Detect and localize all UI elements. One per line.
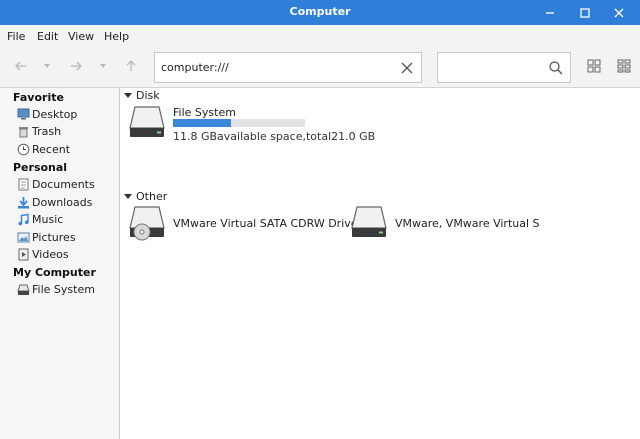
menu-bar: File Edit View Help [0, 25, 640, 47]
group-header-other[interactable]: Other [124, 190, 167, 203]
close-button[interactable] [610, 4, 628, 21]
sidebar-item-downloads[interactable]: Downloads [17, 194, 92, 210]
list-view-button[interactable] [615, 57, 633, 75]
videos-icon [17, 248, 30, 261]
drive-vmware-disk[interactable]: VMware, VMware Virtual S [350, 205, 550, 243]
desktop-icon [17, 108, 30, 121]
harddisk-icon [351, 206, 387, 237]
location-input[interactable]: computer:/// [161, 61, 229, 74]
music-icon [17, 213, 30, 226]
usage-text: 11.8 GBavailable space,total21.0 GB [173, 130, 376, 143]
forward-arrow-icon [71, 61, 82, 71]
group-header-disk[interactable]: Disk [124, 89, 160, 102]
clock-icon [17, 143, 30, 156]
documents-icon [17, 178, 30, 191]
maximize-icon [580, 7, 590, 18]
chevron-down-icon [44, 64, 50, 68]
sidebar-item-file-system[interactable]: File System [17, 281, 95, 297]
maximize-button[interactable] [576, 4, 594, 21]
sidebar-section-favorite: Favorite [13, 91, 64, 104]
close-icon [614, 8, 624, 17]
expander-icon [124, 194, 132, 199]
sidebar-item-label: Recent [32, 142, 71, 156]
drive-name: VMware, VMware Virtual S [395, 217, 540, 230]
sidebar-item-label: Trash [32, 124, 62, 138]
grid-view-icon [587, 59, 601, 73]
toolbar: computer:/// [0, 47, 640, 88]
expander-icon [124, 93, 132, 98]
minimize-button[interactable] [541, 4, 559, 21]
group-title: Disk [136, 89, 160, 102]
compact-view-icon [617, 59, 631, 73]
back-arrow-icon [15, 61, 26, 71]
sidebar-item-label: Desktop [32, 107, 78, 121]
menu-file[interactable]: File [7, 30, 25, 43]
search-input[interactable] [437, 52, 571, 83]
sidebar-item-label: Videos [32, 247, 69, 261]
harddisk-icon [129, 106, 165, 137]
main-content: Disk File System 11.8 GBavailable space,… [121, 88, 640, 439]
location-bar[interactable]: computer:/// [154, 52, 422, 83]
minimize-icon [546, 11, 554, 14]
sidebar-item-videos[interactable]: Videos [17, 246, 69, 262]
menu-help[interactable]: Help [104, 30, 129, 43]
sidebar-item-label: Downloads [32, 195, 93, 209]
sidebar-item-pictures[interactable]: Pictures [17, 229, 76, 245]
clear-icon[interactable] [399, 60, 415, 76]
back-button[interactable] [12, 57, 30, 75]
usage-bar [173, 119, 305, 127]
trash-icon [17, 125, 30, 138]
up-arrow-icon [126, 60, 136, 71]
sidebar-item-documents[interactable]: Documents [17, 176, 95, 192]
chevron-down-icon [100, 64, 106, 68]
drive-name: File System [173, 106, 236, 119]
up-button[interactable] [122, 57, 140, 75]
search-icon[interactable] [548, 60, 564, 76]
group-title: Other [136, 190, 168, 203]
sidebar-item-music[interactable]: Music [17, 211, 63, 227]
optical-drive-icon [129, 206, 165, 241]
forward-button[interactable] [67, 57, 85, 75]
sidebar-section-my-computer: My Computer [13, 266, 96, 279]
pictures-icon [17, 231, 30, 244]
drive-name: VMware Virtual SATA CDRW Drive [173, 217, 358, 230]
sidebar-item-recent[interactable]: Recent [17, 141, 70, 157]
downloads-icon [17, 196, 30, 209]
sidebar-section-personal: Personal [13, 161, 68, 174]
back-history-button[interactable] [38, 57, 56, 75]
harddisk-icon [17, 283, 30, 296]
forward-history-button[interactable] [94, 57, 112, 75]
sidebar-item-desktop[interactable]: Desktop [17, 106, 77, 122]
sidebar-item-label: Pictures [32, 230, 76, 244]
menu-view[interactable]: View [68, 30, 94, 43]
sidebar-item-label: Music [32, 212, 64, 226]
drive-file-system[interactable]: File System 11.8 GBavailable space,total… [128, 105, 375, 143]
drive-cdrw[interactable]: VMware Virtual SATA CDRW Drive [128, 205, 358, 243]
icon-view-button[interactable] [585, 57, 603, 75]
sidebar: Favorite Desktop Trash Recent Personal D… [0, 88, 120, 439]
menu-edit[interactable]: Edit [37, 30, 58, 43]
sidebar-item-label: Documents [32, 177, 95, 191]
usage-bar-fill [173, 119, 232, 127]
sidebar-item-label: File System [32, 282, 95, 296]
title-bar: Computer [0, 0, 640, 25]
sidebar-item-trash[interactable]: Trash [17, 123, 61, 139]
